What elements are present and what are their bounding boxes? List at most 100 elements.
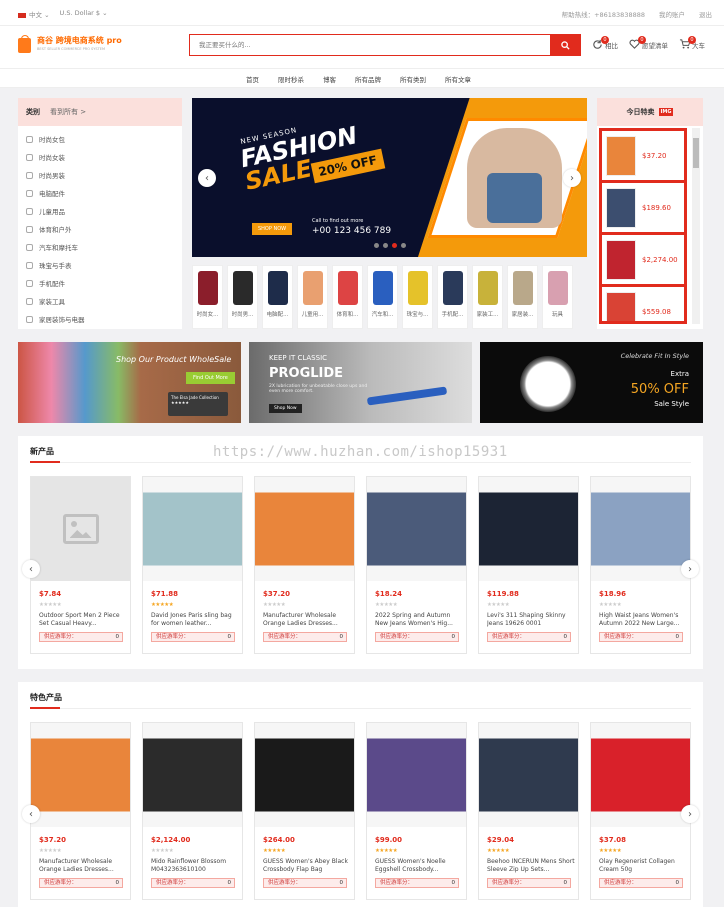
compare-button[interactable]: 0 相比: [591, 36, 618, 50]
category-item[interactable]: 手机配件: [26, 274, 174, 292]
category-item[interactable]: 时尚男装: [26, 166, 174, 184]
featured-products-next[interactable]: ›: [681, 805, 699, 823]
product-card[interactable]: $37.20 ★★★★★ Manufacturer Wholesale Orange…: [30, 722, 131, 900]
product-card[interactable]: $99.00 ★★★★★ GUESS Women's Noelle Eggshell…: [366, 722, 467, 900]
nav-categories[interactable]: 所有类别: [400, 74, 426, 84]
special-item[interactable]: $37.20: [602, 131, 684, 180]
special-item[interactable]: $2,274.00: [602, 235, 684, 284]
mini-category[interactable]: 儿童用...: [297, 265, 328, 329]
featured-products-prev[interactable]: ‹: [22, 805, 40, 823]
nav-flash-sale[interactable]: 限时秒杀: [278, 74, 304, 84]
product-image[interactable]: [255, 477, 354, 581]
nav-blog[interactable]: 博客: [323, 74, 336, 84]
product-name[interactable]: High Waist Jeans Women's Autumn 2022 New…: [599, 612, 687, 628]
product-image[interactable]: [591, 723, 690, 827]
product-name[interactable]: Manufacturer Wholesale Orange Ladies Dre…: [39, 858, 127, 874]
nav-home[interactable]: 首页: [246, 74, 259, 84]
currency-selector[interactable]: U.S. Dollar $ ⌄: [60, 9, 108, 19]
image-placeholder-icon: [62, 514, 99, 544]
special-item[interactable]: $189.60: [602, 183, 684, 232]
product-card[interactable]: $18.96 ★★★★★ High Waist Jeans Women's Autu…: [590, 476, 691, 654]
scrollbar-thumb[interactable]: [693, 138, 699, 168]
product-card[interactable]: $264.00 ★★★★★ GUESS Women's Abey Black Cro…: [254, 722, 355, 900]
product-image[interactable]: [591, 477, 690, 581]
new-products-next[interactable]: ›: [681, 560, 699, 578]
special-scrollbar[interactable]: [692, 128, 700, 324]
product-card[interactable]: $71.88 ★★★★★ David Jones Paris sling bag f…: [142, 476, 243, 654]
product-name[interactable]: GUESS Women's Abey Black Crossbody Flap …: [263, 858, 351, 874]
category-item[interactable]: 时尚女包: [26, 130, 174, 148]
wishlist-button[interactable]: 0 愿望清单: [628, 36, 668, 50]
mini-category[interactable]: 玩具: [542, 265, 573, 329]
product-image[interactable]: [367, 477, 466, 581]
category-item[interactable]: 家居装饰与电器: [26, 310, 174, 328]
proglide-banner[interactable]: KEEP IT CLASSIC PROGLIDE 2X lubrication …: [249, 342, 472, 423]
special-item[interactable]: $559.08: [602, 287, 684, 321]
mini-category[interactable]: 时尚女...: [192, 265, 223, 329]
banner-dot[interactable]: [401, 243, 406, 248]
mini-category[interactable]: 家居装...: [507, 265, 538, 329]
mini-category[interactable]: 手机配...: [437, 265, 468, 329]
product-name[interactable]: Olay Regenerist Collagen Cream 50g: [599, 858, 687, 874]
product-name[interactable]: Mido Rainflower Blossom M0432363610100: [151, 858, 239, 874]
category-item[interactable]: 儿童用品: [26, 202, 174, 220]
banner-shop-now-button[interactable]: SHOP NOW: [252, 223, 293, 235]
mini-category[interactable]: 体育和...: [332, 265, 363, 329]
product-image[interactable]: [143, 723, 242, 827]
find-out-more-button[interactable]: Find Out More: [186, 372, 235, 384]
wholesale-banner[interactable]: Shop Our Product WholeSale Find Out More…: [18, 342, 241, 423]
product-card[interactable]: $37.08 ★★★★★ Olay Regenerist Collagen Crea…: [590, 722, 691, 900]
product-image[interactable]: [479, 477, 578, 581]
product-card[interactable]: $2,124.00 ★★★★★ Mido Rainflower Blossom M0…: [142, 722, 243, 900]
product-card[interactable]: $18.24 ★★★★★ 2022 Spring and Autumn New Je…: [366, 476, 467, 654]
cart-button[interactable]: 0 大车: [678, 36, 705, 50]
mini-category[interactable]: 汽车和...: [367, 265, 398, 329]
product-image[interactable]: [31, 723, 130, 827]
product-name[interactable]: Manufacturer Wholesale Orange Ladies Dre…: [263, 612, 351, 628]
banner-dot[interactable]: [383, 243, 388, 248]
logout-link[interactable]: 退出: [699, 9, 712, 19]
mini-category[interactable]: 电脑配...: [262, 265, 293, 329]
category-item[interactable]: 时尚女装: [26, 148, 174, 166]
product-name[interactable]: David Jones Paris sling bag for women le…: [151, 612, 239, 628]
nav-brands[interactable]: 所有品牌: [355, 74, 381, 84]
watch-banner[interactable]: Celebrate Fit In Style Extra 50% OFF Sal…: [480, 342, 703, 423]
banner-prev-button[interactable]: ‹: [198, 169, 216, 187]
product-name[interactable]: Levi's 311 Shaping Skinny Jeans 19626 00…: [487, 612, 575, 628]
search-input[interactable]: [190, 35, 550, 55]
product-name[interactable]: Beehoo INCERUN Mens Short Sleeve Zip Up …: [487, 858, 575, 874]
category-thumbnail: [442, 271, 463, 305]
product-card[interactable]: $119.88 ★★★★★ Levi's 311 Shaping Skinny Je…: [478, 476, 579, 654]
product-card[interactable]: $29.04 ★★★★★ Beehoo INCERUN Mens Short Sle…: [478, 722, 579, 900]
mini-category[interactable]: 家装工...: [472, 265, 503, 329]
product-image[interactable]: [479, 723, 578, 827]
nav-articles[interactable]: 所有文章: [445, 74, 471, 84]
category-item[interactable]: 体育和户外: [26, 220, 174, 238]
category-item[interactable]: 汽车和摩托车: [26, 238, 174, 256]
category-item[interactable]: 电脑配件: [26, 184, 174, 202]
product-card[interactable]: $37.20 ★★★★★ Manufacturer Wholesale Orange…: [254, 476, 355, 654]
product-card[interactable]: $7.84 ★★★★★ Outdoor Sport Men 2 Piece Set …: [30, 476, 131, 654]
search-button[interactable]: [550, 35, 580, 55]
category-item[interactable]: 珠宝与手表: [26, 256, 174, 274]
product-name[interactable]: 2022 Spring and Autumn New Jeans Women's…: [375, 612, 463, 628]
new-products-prev[interactable]: ‹: [22, 560, 40, 578]
product-image[interactable]: [31, 477, 130, 581]
proglide-shop-button[interactable]: Shop Now: [269, 404, 302, 413]
product-image[interactable]: [367, 723, 466, 827]
view-all-categories[interactable]: 看到所有 >: [50, 107, 86, 117]
category-item[interactable]: 家装工具: [26, 292, 174, 310]
product-name[interactable]: GUESS Women's Noelle Eggshell Crossbody.…: [375, 858, 463, 874]
language-selector[interactable]: 中文 ⌄: [18, 9, 50, 19]
mini-category[interactable]: 时尚男...: [227, 265, 258, 329]
banner-dot[interactable]: [374, 243, 379, 248]
banner-dot-active[interactable]: [392, 243, 397, 248]
logo[interactable]: 商谷 跨境电商系统 pro BEST SELLER COMMERCE PRO SY…: [18, 34, 122, 54]
banner-next-button[interactable]: ›: [563, 169, 581, 187]
product-image[interactable]: [143, 477, 242, 581]
mini-category[interactable]: 珠宝与...: [402, 265, 433, 329]
hero-banner[interactable]: NEW SEASON FASHION SALE 20% OFF SHOP NOW …: [192, 98, 587, 257]
my-account-link[interactable]: 我的账户: [659, 9, 685, 19]
product-name[interactable]: Outdoor Sport Men 2 Piece Set Casual Hea…: [39, 612, 127, 628]
product-image[interactable]: [255, 723, 354, 827]
